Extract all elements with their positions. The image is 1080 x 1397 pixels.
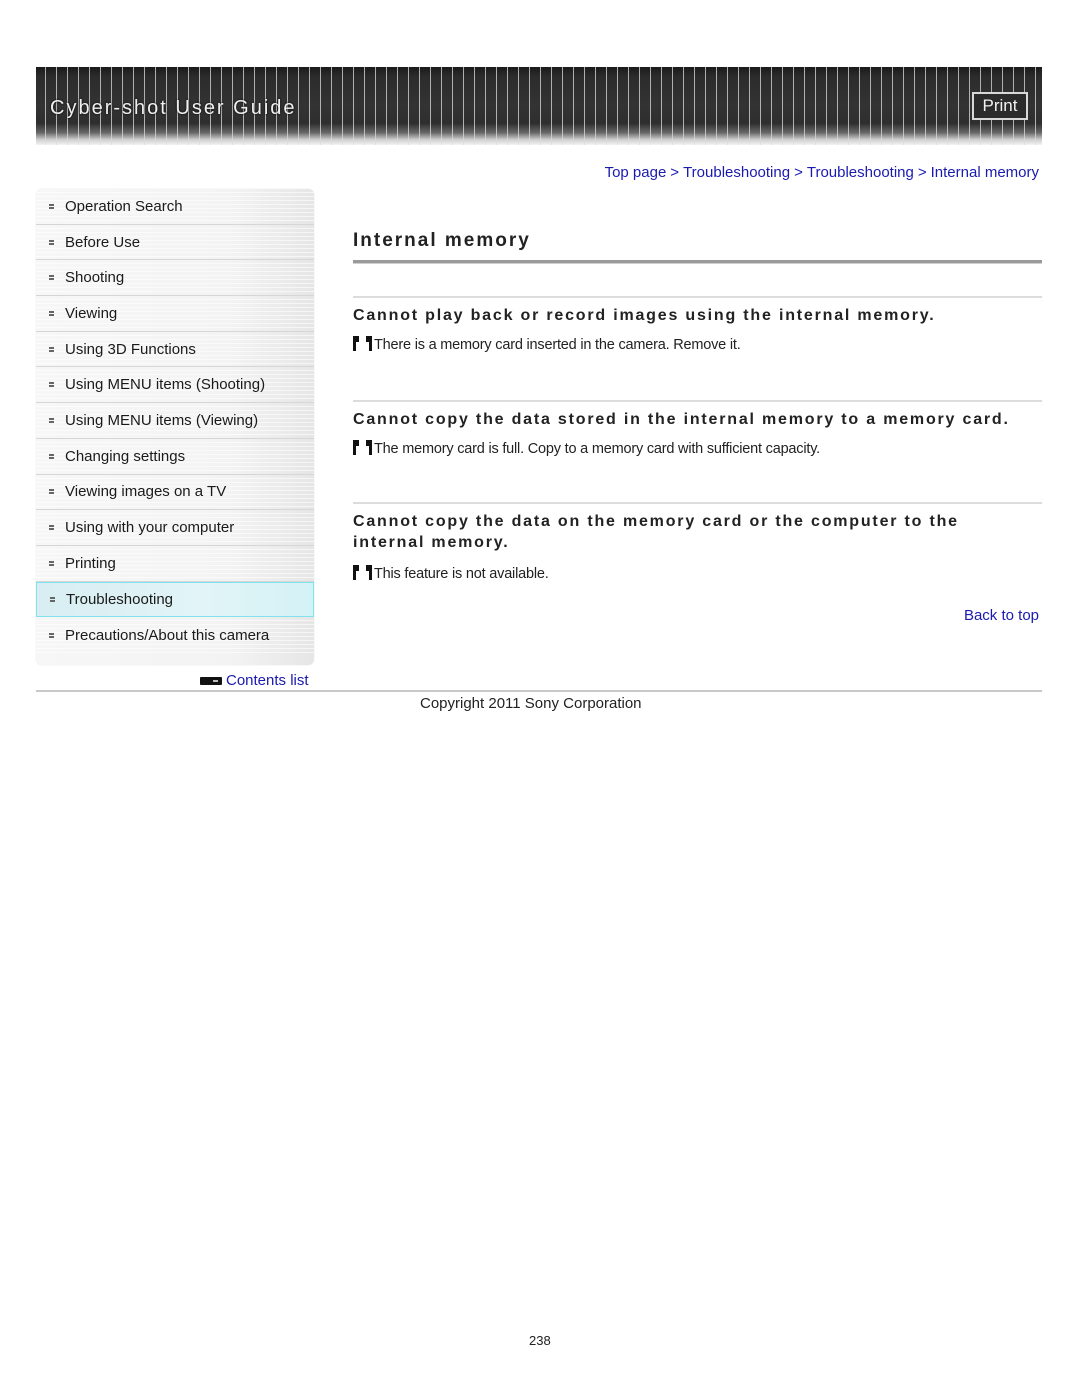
breadcrumb-troubleshooting[interactable]: Troubleshooting bbox=[683, 164, 790, 181]
contents-list-link[interactable]: Contents list bbox=[200, 672, 309, 689]
sidebar-item-changing-settings[interactable]: Changing settings bbox=[36, 438, 314, 475]
page-number: 238 bbox=[529, 1333, 551, 1348]
answer-marker-icon bbox=[353, 565, 372, 582]
sidebar-item-label: Using with your computer bbox=[65, 519, 235, 537]
sidebar-item-before-use[interactable]: Before Use bbox=[36, 224, 314, 261]
sidebar-item-troubleshooting[interactable]: Troubleshooting bbox=[36, 581, 314, 618]
copyright-text: Copyright 2011 Sony Corporation bbox=[420, 695, 642, 712]
breadcrumb-separator: > bbox=[670, 164, 680, 181]
sidebar-item-3d-functions[interactable]: Using 3D Functions bbox=[36, 331, 314, 368]
sidebar-item-label: Using MENU items (Shooting) bbox=[65, 376, 266, 394]
sidebar-item-label: Printing bbox=[65, 554, 116, 572]
answer-marker-icon bbox=[353, 336, 372, 353]
print-button[interactable]: Print bbox=[972, 92, 1028, 120]
faq-answer: There is a memory card inserted in the c… bbox=[353, 336, 1042, 353]
sidebar-item-precautions[interactable]: Precautions/About this camera bbox=[36, 617, 314, 653]
breadcrumb-separator: > bbox=[794, 164, 803, 181]
bullet-icon bbox=[48, 632, 55, 639]
answer-marker-icon bbox=[353, 440, 372, 457]
sidebar-item-computer[interactable]: Using with your computer bbox=[36, 510, 314, 546]
sidebar-item-label: Shooting bbox=[65, 269, 125, 287]
faq-question: Cannot copy the data on the memory card … bbox=[353, 513, 959, 551]
sidebar-item-printing[interactable]: Printing bbox=[36, 545, 314, 582]
faq-answer-text: This feature is not available. bbox=[374, 565, 549, 582]
contents-list-label: Contents list bbox=[226, 672, 309, 689]
bullet-icon bbox=[48, 203, 55, 210]
main-content: Internal memory Cannot play back or reco… bbox=[353, 230, 1042, 582]
sidebar-item-label: Changing settings bbox=[65, 447, 186, 465]
sidebar-item-menu-shooting[interactable]: Using MENU items (Shooting) bbox=[36, 367, 314, 404]
sidebar-item-viewing[interactable]: Viewing bbox=[36, 296, 314, 332]
contents-list-icon bbox=[200, 676, 222, 685]
page-title: Internal memory bbox=[353, 230, 531, 251]
bullet-icon bbox=[48, 524, 55, 531]
footer-divider bbox=[36, 690, 1042, 692]
breadcrumb: Top page > Troubleshooting > Troubleshooting… bbox=[605, 164, 1039, 181]
sidebar-item-label: Precautions/About this camera bbox=[65, 626, 270, 644]
bullet-icon bbox=[48, 453, 55, 460]
breadcrumb-top-page[interactable]: Top page bbox=[605, 164, 667, 181]
bullet-icon bbox=[48, 310, 55, 317]
faq-section: Cannot copy the data stored in the inter… bbox=[353, 400, 1042, 497]
sidebar-item-menu-viewing[interactable]: Using MENU items (Viewing) bbox=[36, 403, 314, 439]
faq-answer-text: There is a memory card inserted in the c… bbox=[374, 336, 741, 353]
sidebar-item-shooting[interactable]: Shooting bbox=[36, 260, 314, 297]
faq-section: Cannot copy the data on the memory card … bbox=[353, 502, 1042, 582]
title-divider bbox=[353, 260, 1042, 264]
bullet-icon bbox=[48, 560, 55, 567]
guide-title: Cyber-shot User Guide bbox=[50, 97, 297, 119]
breadcrumb-internal-memory[interactable]: Internal memory bbox=[931, 164, 1039, 181]
bullet-icon bbox=[48, 274, 55, 281]
bullet-icon bbox=[48, 346, 55, 353]
sidebar-item-label: Using MENU items (Viewing) bbox=[65, 411, 259, 429]
header-banner: Cyber-shot User Guide Print bbox=[36, 67, 1042, 145]
sidebar-item-label: Operation Search bbox=[65, 197, 183, 215]
faq-section: Cannot play back or record images using … bbox=[353, 296, 1042, 393]
breadcrumb-separator: > bbox=[917, 164, 927, 181]
faq-answer-text: The memory card is full. Copy to a memor… bbox=[374, 440, 821, 457]
bullet-icon bbox=[48, 381, 55, 388]
sidebar-item-label: Viewing images on a TV bbox=[65, 483, 227, 501]
faq-question: Cannot copy the data stored in the inter… bbox=[353, 411, 1010, 428]
sidebar-item-viewing-tv[interactable]: Viewing images on a TV bbox=[36, 474, 314, 511]
bullet-icon bbox=[48, 488, 55, 495]
faq-answer: The memory card is full. Copy to a memor… bbox=[353, 440, 1042, 457]
bullet-icon bbox=[49, 596, 56, 603]
breadcrumb-troubleshooting-sub[interactable]: Troubleshooting bbox=[807, 164, 914, 181]
sidebar-item-operation-search[interactable]: Operation Search bbox=[36, 189, 314, 225]
sidebar-item-label: Using 3D Functions bbox=[65, 340, 196, 358]
faq-question: Cannot play back or record images using … bbox=[353, 307, 936, 324]
bullet-icon bbox=[48, 239, 55, 246]
bullet-icon bbox=[48, 417, 55, 424]
faq-answer: This feature is not available. bbox=[353, 565, 993, 582]
sidebar-item-label: Viewing bbox=[65, 304, 118, 322]
sidebar-item-label: Before Use bbox=[65, 233, 141, 251]
back-to-top-link[interactable]: Back to top bbox=[964, 607, 1039, 624]
sidebar-item-label: Troubleshooting bbox=[66, 590, 174, 608]
sidebar-nav: Operation Search Before Use Shooting Vie… bbox=[36, 189, 314, 665]
